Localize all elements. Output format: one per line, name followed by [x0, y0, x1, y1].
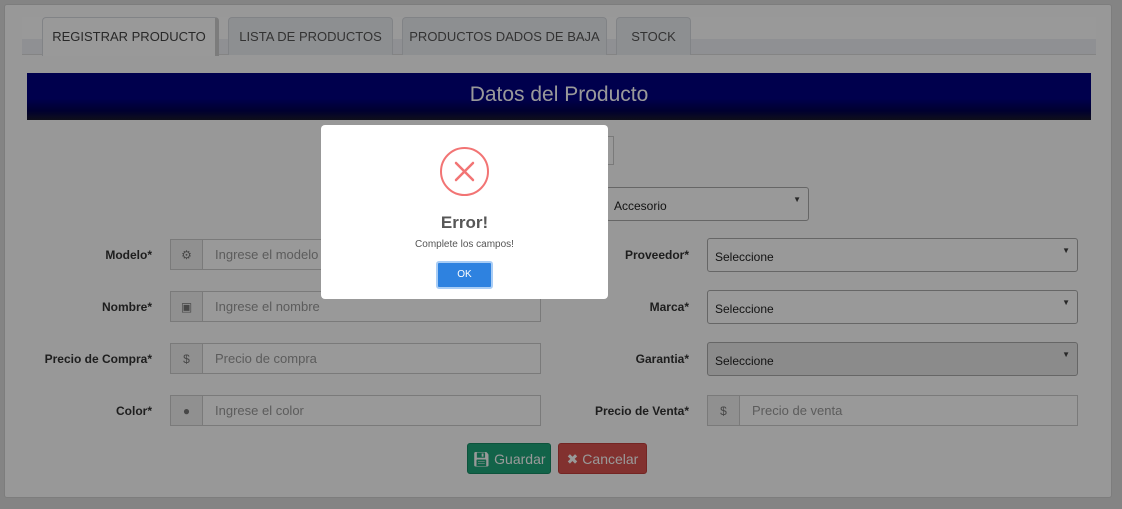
dialog-title: Error! — [440, 213, 489, 232]
ok-button[interactable]: OK — [436, 261, 493, 289]
dialog-message: Complete los campos! — [415, 239, 514, 250]
error-dialog: Error! Complete los campos! OK — [321, 125, 608, 299]
error-x-icon — [440, 147, 489, 196]
